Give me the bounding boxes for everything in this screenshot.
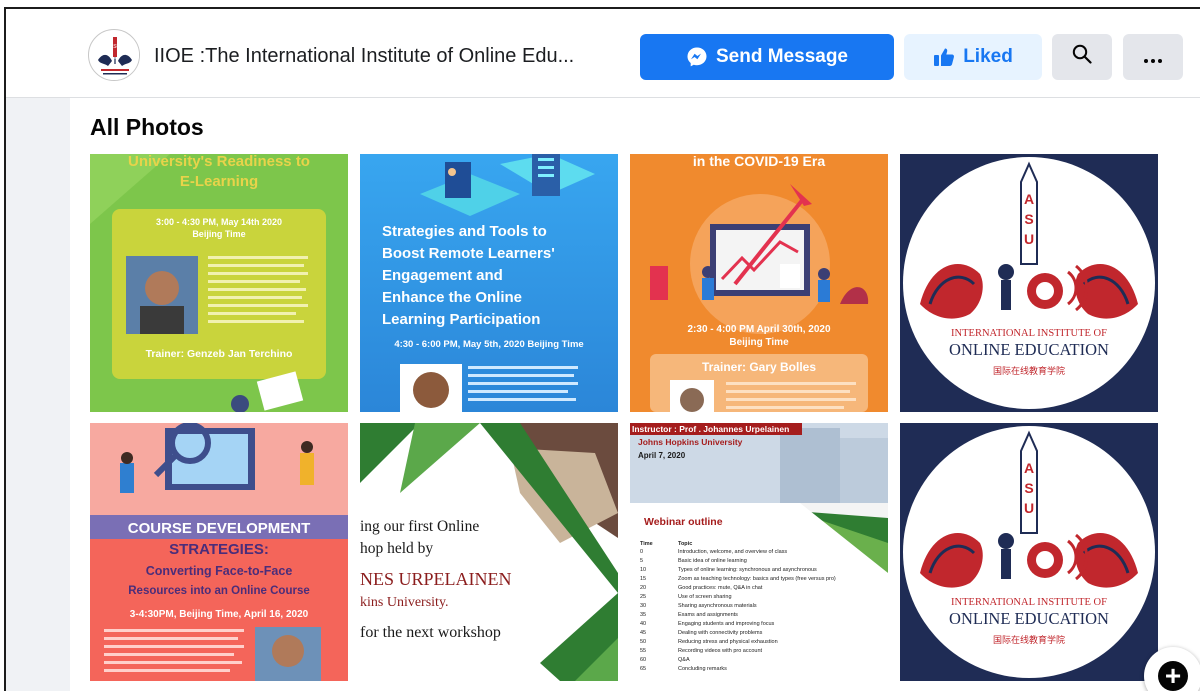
logo-line-1: INTERNATIONAL INSTITUTE OF: [951, 597, 1107, 608]
outline-topic-13: Concluding remarks: [678, 666, 727, 672]
outline-topic-7: Exams and assignments: [678, 612, 738, 618]
logo-letter-s: S: [1024, 480, 1033, 496]
page-frame: ASU i IIOE :The International Institute …: [4, 7, 1200, 691]
photo-1-title-line-1: University's Readiness to: [128, 154, 310, 170]
logo-line-1: INTERNATIONAL INSTITUTE OF: [951, 328, 1107, 339]
photo-5-title-line-1: COURSE DEVELOPMENT: [128, 520, 311, 537]
photo-6-line-1: ing our first Online: [360, 518, 479, 535]
logo-line-2: ONLINE EDUCATION: [949, 340, 1109, 359]
logo-letter-a: A: [1024, 191, 1034, 207]
photo-tile-1[interactable]: University's Readiness to E-Learning 3:0…: [90, 154, 348, 412]
outline-time-13: 65: [640, 666, 646, 672]
outline-time-5: 25: [640, 594, 646, 600]
outline-time-4: 20: [640, 585, 646, 591]
send-message-label: Send Message: [716, 46, 848, 67]
photo-7-instructor: Instructor : Prof . Johannes Urpelainen: [632, 424, 789, 434]
photo-5-time: 3-4:30PM, Beijing Time, April 16, 2020: [130, 609, 309, 620]
photo-7-col-topic: Topic: [678, 541, 692, 547]
outline-topic-0: Introduction, welcome, and overview of c…: [678, 549, 787, 555]
photo-3-title: in the COVID-19 Era: [693, 154, 825, 169]
liked-button[interactable]: Liked: [904, 34, 1042, 80]
photo-7-date: April 7, 2020: [638, 451, 686, 460]
outline-time-9: 45: [640, 630, 646, 636]
photo-5-title-line-3: Converting Face-to-Face: [146, 564, 293, 578]
search-icon: [1072, 44, 1092, 70]
outline-topic-8: Engaging students and improving focus: [678, 621, 775, 627]
logo-line-3: 国际在线教育学院: [993, 634, 1065, 645]
photo-tile-3[interactable]: in the COVID-19 Era 2:30 - 4:00 PM April…: [630, 154, 888, 412]
page-logo-avatar[interactable]: ASU i: [88, 29, 140, 81]
liked-label: Liked: [963, 46, 1013, 67]
logo-line-2: ONLINE EDUCATION: [949, 609, 1109, 628]
more-options-button[interactable]: [1123, 34, 1183, 80]
logo-letter-u: U: [1024, 500, 1034, 516]
outline-topic-4: Good practices: mute, Q&A in chat: [678, 585, 763, 591]
outline-topic-5: Use of screen sharing: [678, 594, 732, 600]
photo-6-line-3: NES URPELAINEN: [360, 569, 512, 589]
plus-icon: +: [1158, 661, 1188, 691]
logo-letter-s: S: [1024, 211, 1033, 227]
photo-1-title-line-2: E-Learning: [180, 173, 258, 190]
outline-time-12: 60: [640, 657, 646, 663]
photo-2-title-line-2: Boost Remote Learners': [382, 245, 555, 262]
photo-3-zone: Beijing Time: [729, 337, 789, 348]
photo-7-col-time: Time: [640, 541, 653, 547]
photo-3-trainer: Trainer: Gary Bolles: [702, 360, 816, 374]
outline-topic-1: Basic idea of online learning: [678, 558, 747, 564]
photo-2-title-line-4: Enhance the Online: [382, 289, 522, 306]
logo-letters: ASU: [110, 44, 121, 50]
photo-tile-5[interactable]: COURSE DEVELOPMENT STRATEGIES: Convertin…: [90, 423, 348, 681]
page-title[interactable]: IIOE :The International Institute of Onl…: [154, 45, 574, 68]
thumbs-up-icon: [933, 47, 955, 67]
photo-1-time: 3:00 - 4:30 PM, May 14th 2020: [156, 217, 282, 227]
section-title: All Photos: [90, 114, 204, 140]
outline-topic-10: Reducing stress and physical exhaustion: [678, 639, 778, 645]
outline-topic-6: Sharing asynchronous materials: [678, 603, 757, 609]
photo-6-line-5: for the next workshop: [360, 624, 501, 641]
photo-1-zone: Beijing Time: [192, 229, 245, 239]
outline-topic-9: Dealing with connectivity problems: [678, 630, 763, 636]
photo-6-line-4: kins University.: [360, 595, 449, 610]
photo-7-university: Johns Hopkins University: [638, 437, 743, 447]
page-header: ASU i IIOE :The International Institute …: [6, 9, 1200, 98]
outline-time-0: 0: [640, 549, 643, 555]
outline-time-1: 5: [640, 558, 643, 564]
photo-7-heading: Webinar outline: [644, 516, 723, 528]
logo-letter-a: A: [1024, 460, 1034, 476]
outline-topic-12: Q&A: [678, 657, 690, 663]
outline-topic-2: Types of online learning: synchronous an…: [678, 567, 817, 573]
svg-text:i: i: [114, 56, 117, 66]
photo-tile-7[interactable]: Instructor : Prof . Johannes Urpelainen …: [630, 423, 888, 681]
outline-time-6: 30: [640, 603, 646, 609]
photo-2-title-line-3: Engagement and: [382, 267, 503, 284]
photo-tile-6[interactable]: ing our first Online hop held by NES URP…: [360, 423, 618, 681]
logo-letter-u: U: [1024, 231, 1034, 247]
outline-time-10: 50: [640, 639, 646, 645]
outline-topic-11: Recording videos with pro account: [678, 648, 763, 654]
outline-time-3: 15: [640, 576, 646, 582]
photo-tile-8[interactable]: A S U INTERNATIONAL INSTITUTE OF ONLINE …: [900, 423, 1158, 681]
outline-time-7: 35: [640, 612, 646, 618]
photo-2-title-line-5: Learning Participation: [382, 311, 540, 328]
more-dots-icon: [1143, 44, 1163, 70]
outline-topic-3: Zoom as teaching technology: basics and …: [678, 576, 836, 582]
photo-tile-2[interactable]: Strategies and Tools to Boost Remote Lea…: [360, 154, 618, 412]
logo-line-3: 国际在线教育学院: [993, 365, 1065, 376]
search-button[interactable]: [1052, 34, 1112, 80]
photo-2-title-line-1: Strategies and Tools to: [382, 223, 547, 240]
send-message-button[interactable]: Send Message: [640, 34, 894, 80]
photo-6-line-2: hop held by: [360, 540, 433, 557]
outline-time-2: 10: [640, 567, 646, 573]
photo-5-title-line-2: STRATEGIES:: [169, 541, 269, 558]
messenger-icon: [686, 46, 708, 68]
outline-time-8: 40: [640, 621, 646, 627]
photo-3-time: 2:30 - 4:00 PM April 30th, 2020: [687, 324, 830, 335]
photo-tile-4[interactable]: A S U INTERNATIONAL INSTITUTE OF ONLINE …: [900, 154, 1158, 412]
photos-section: All Photos University's Readiness to E-L…: [70, 98, 1200, 691]
outline-time-11: 55: [640, 648, 646, 654]
photo-2-time: 4:30 - 6:00 PM, May 5th, 2020 Beijing Ti…: [394, 339, 583, 350]
photo-1-trainer: Trainer: Genzeb Jan Terchino: [146, 348, 293, 360]
photo-5-title-line-4: Resources into an Online Course: [128, 585, 309, 597]
